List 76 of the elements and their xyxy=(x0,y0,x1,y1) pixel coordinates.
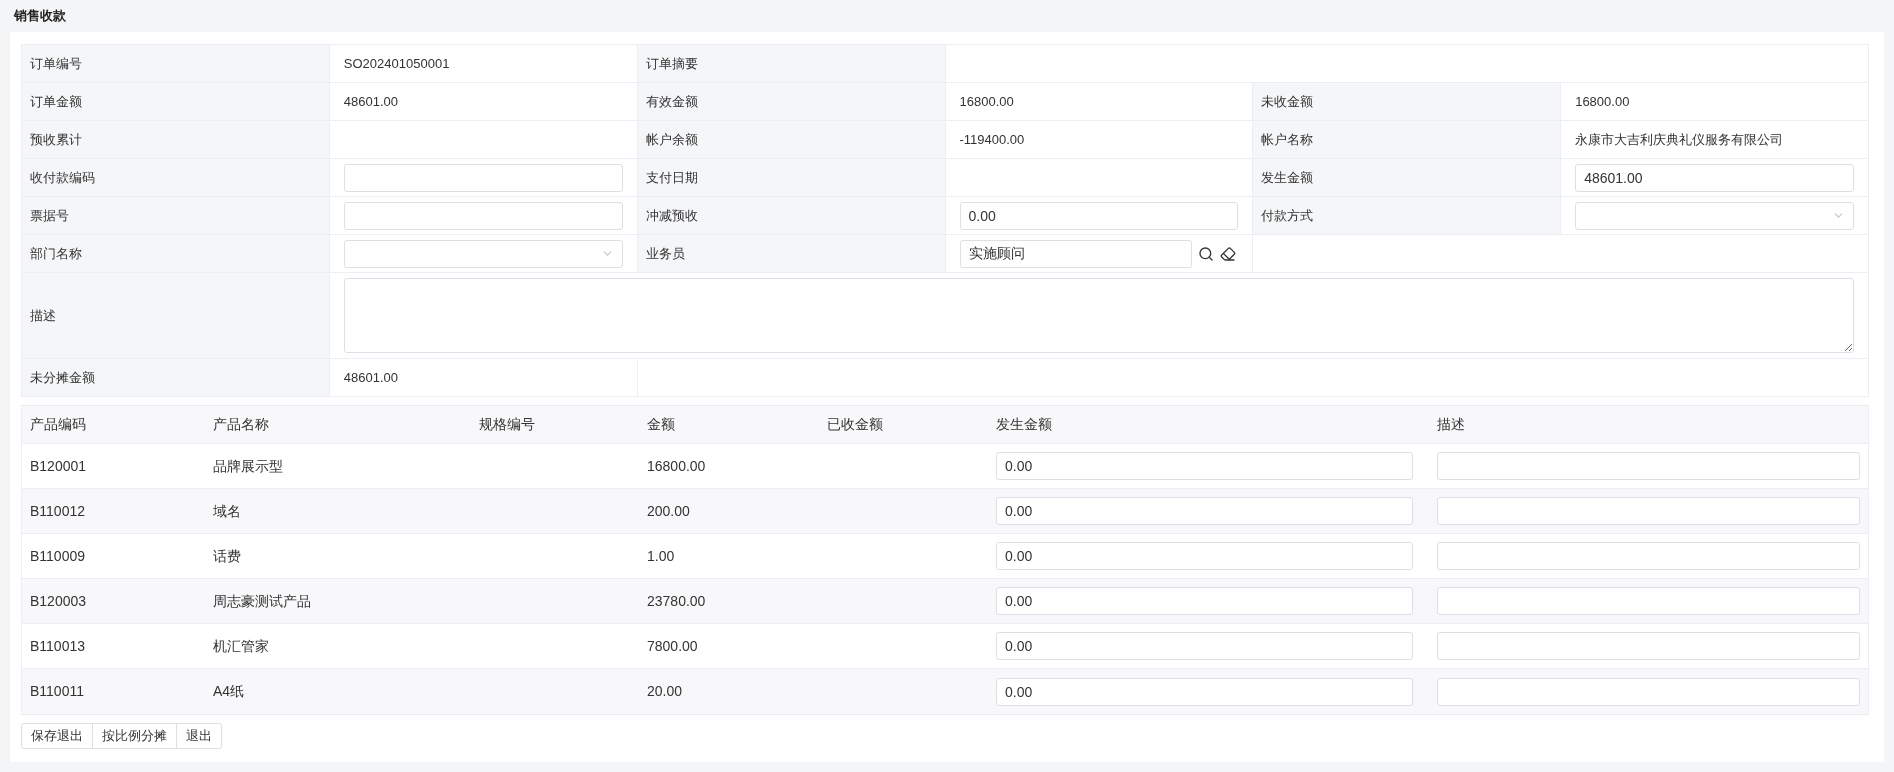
table-cell: 话费 xyxy=(213,547,241,564)
table-cell: 23780.00 xyxy=(647,592,706,609)
eraser-icon[interactable] xyxy=(1219,245,1236,262)
table-cell: B120003 xyxy=(30,592,87,609)
input-field[interactable]: 0.00 xyxy=(996,587,1413,615)
column-header: 金额 xyxy=(647,416,675,432)
input-field[interactable] xyxy=(1437,632,1860,660)
table-cell: B110012 xyxy=(30,502,85,519)
column-header: 产品名称 xyxy=(213,416,269,432)
field-label: 部门名称 xyxy=(30,244,82,263)
input-field[interactable] xyxy=(1437,542,1860,570)
input-field[interactable]: 0.00 xyxy=(996,677,1413,706)
description-textarea[interactable] xyxy=(343,278,1854,353)
action-button[interactable]: 按比例分摊 xyxy=(92,723,177,749)
field-value: 16800.00 xyxy=(959,92,1014,111)
field-value: 16800.00 xyxy=(1575,92,1630,111)
field-label: 帐户名称 xyxy=(1261,130,1314,149)
input-field[interactable] xyxy=(1437,677,1860,706)
input-field[interactable] xyxy=(1437,587,1860,615)
page-title: 销售收款 xyxy=(14,7,66,26)
input-field[interactable] xyxy=(1437,497,1860,525)
field-label: 未收金额 xyxy=(1261,92,1314,111)
column-header: 产品编码 xyxy=(30,416,86,432)
column-header: 规格编号 xyxy=(479,416,535,432)
field-value: 永康市大吉利庆典礼仪服务有限公司 xyxy=(1575,130,1784,149)
field-label: 未分摊金额 xyxy=(30,368,95,387)
field-label: 预收累计 xyxy=(30,130,82,149)
field-label: 描述 xyxy=(30,306,56,325)
table-cell: 周志豪测试产品 xyxy=(213,592,311,609)
input-field[interactable]: 0.00 xyxy=(996,497,1413,525)
input-field[interactable]: 0.00 xyxy=(996,452,1413,480)
field-label: 票据号 xyxy=(30,206,69,225)
table-cell: B110013 xyxy=(30,637,85,654)
input-field[interactable]: 0.00 xyxy=(996,542,1413,570)
select-field[interactable] xyxy=(343,239,623,268)
input-field[interactable]: 0.00 xyxy=(996,632,1413,660)
action-button[interactable]: 保存退出 xyxy=(21,723,93,749)
column-header: 描述 xyxy=(1437,416,1465,432)
input-field[interactable] xyxy=(343,163,623,192)
search-icon[interactable] xyxy=(1197,245,1214,262)
input-field[interactable]: 实施顾问 xyxy=(959,239,1192,268)
table-cell: 7800.00 xyxy=(647,637,698,654)
field-label: 业务员 xyxy=(645,244,685,263)
select-field[interactable] xyxy=(1575,201,1854,230)
input-field[interactable]: 0.00 xyxy=(959,201,1239,230)
input-field[interactable]: 48601.00 xyxy=(1575,163,1854,192)
table-cell: A4纸 xyxy=(213,683,245,699)
table-cell: B120001 xyxy=(30,457,87,474)
table-cell: 16800.00 xyxy=(647,457,706,474)
input-field[interactable] xyxy=(1437,452,1860,480)
table-cell: 200.00 xyxy=(647,502,690,519)
field-value: 48601.00 xyxy=(343,92,399,111)
table-cell: 品牌展示型 xyxy=(213,457,283,474)
field-value: 48601.00 xyxy=(343,368,399,387)
field-label: 有效金额 xyxy=(645,92,698,111)
field-value: SO202401050001 xyxy=(343,54,450,73)
table-cell: 机汇管家 xyxy=(213,637,269,654)
column-header: 发生金额 xyxy=(996,416,1052,432)
field-label: 发生金额 xyxy=(1261,168,1314,187)
field-label: 订单金额 xyxy=(30,92,82,111)
field-label: 收付款编码 xyxy=(30,168,95,187)
field-label: 订单编号 xyxy=(30,54,82,73)
table-cell: B110011 xyxy=(30,683,84,699)
field-label: 冲减预收 xyxy=(645,206,698,225)
table-cell: 1.00 xyxy=(647,547,675,564)
action-button[interactable]: 退出 xyxy=(176,723,222,749)
field-label: 付款方式 xyxy=(1261,206,1314,225)
column-header: 已收金额 xyxy=(827,416,883,432)
table-cell: 域名 xyxy=(213,502,241,519)
table-cell: 20.00 xyxy=(647,683,683,699)
field-label: 支付日期 xyxy=(645,168,698,187)
field-label: 帐户余额 xyxy=(645,130,698,149)
field-label: 订单摘要 xyxy=(645,54,698,73)
table-cell: B110009 xyxy=(30,547,85,564)
field-value: -119400.00 xyxy=(959,130,1025,149)
input-field[interactable] xyxy=(343,201,623,230)
